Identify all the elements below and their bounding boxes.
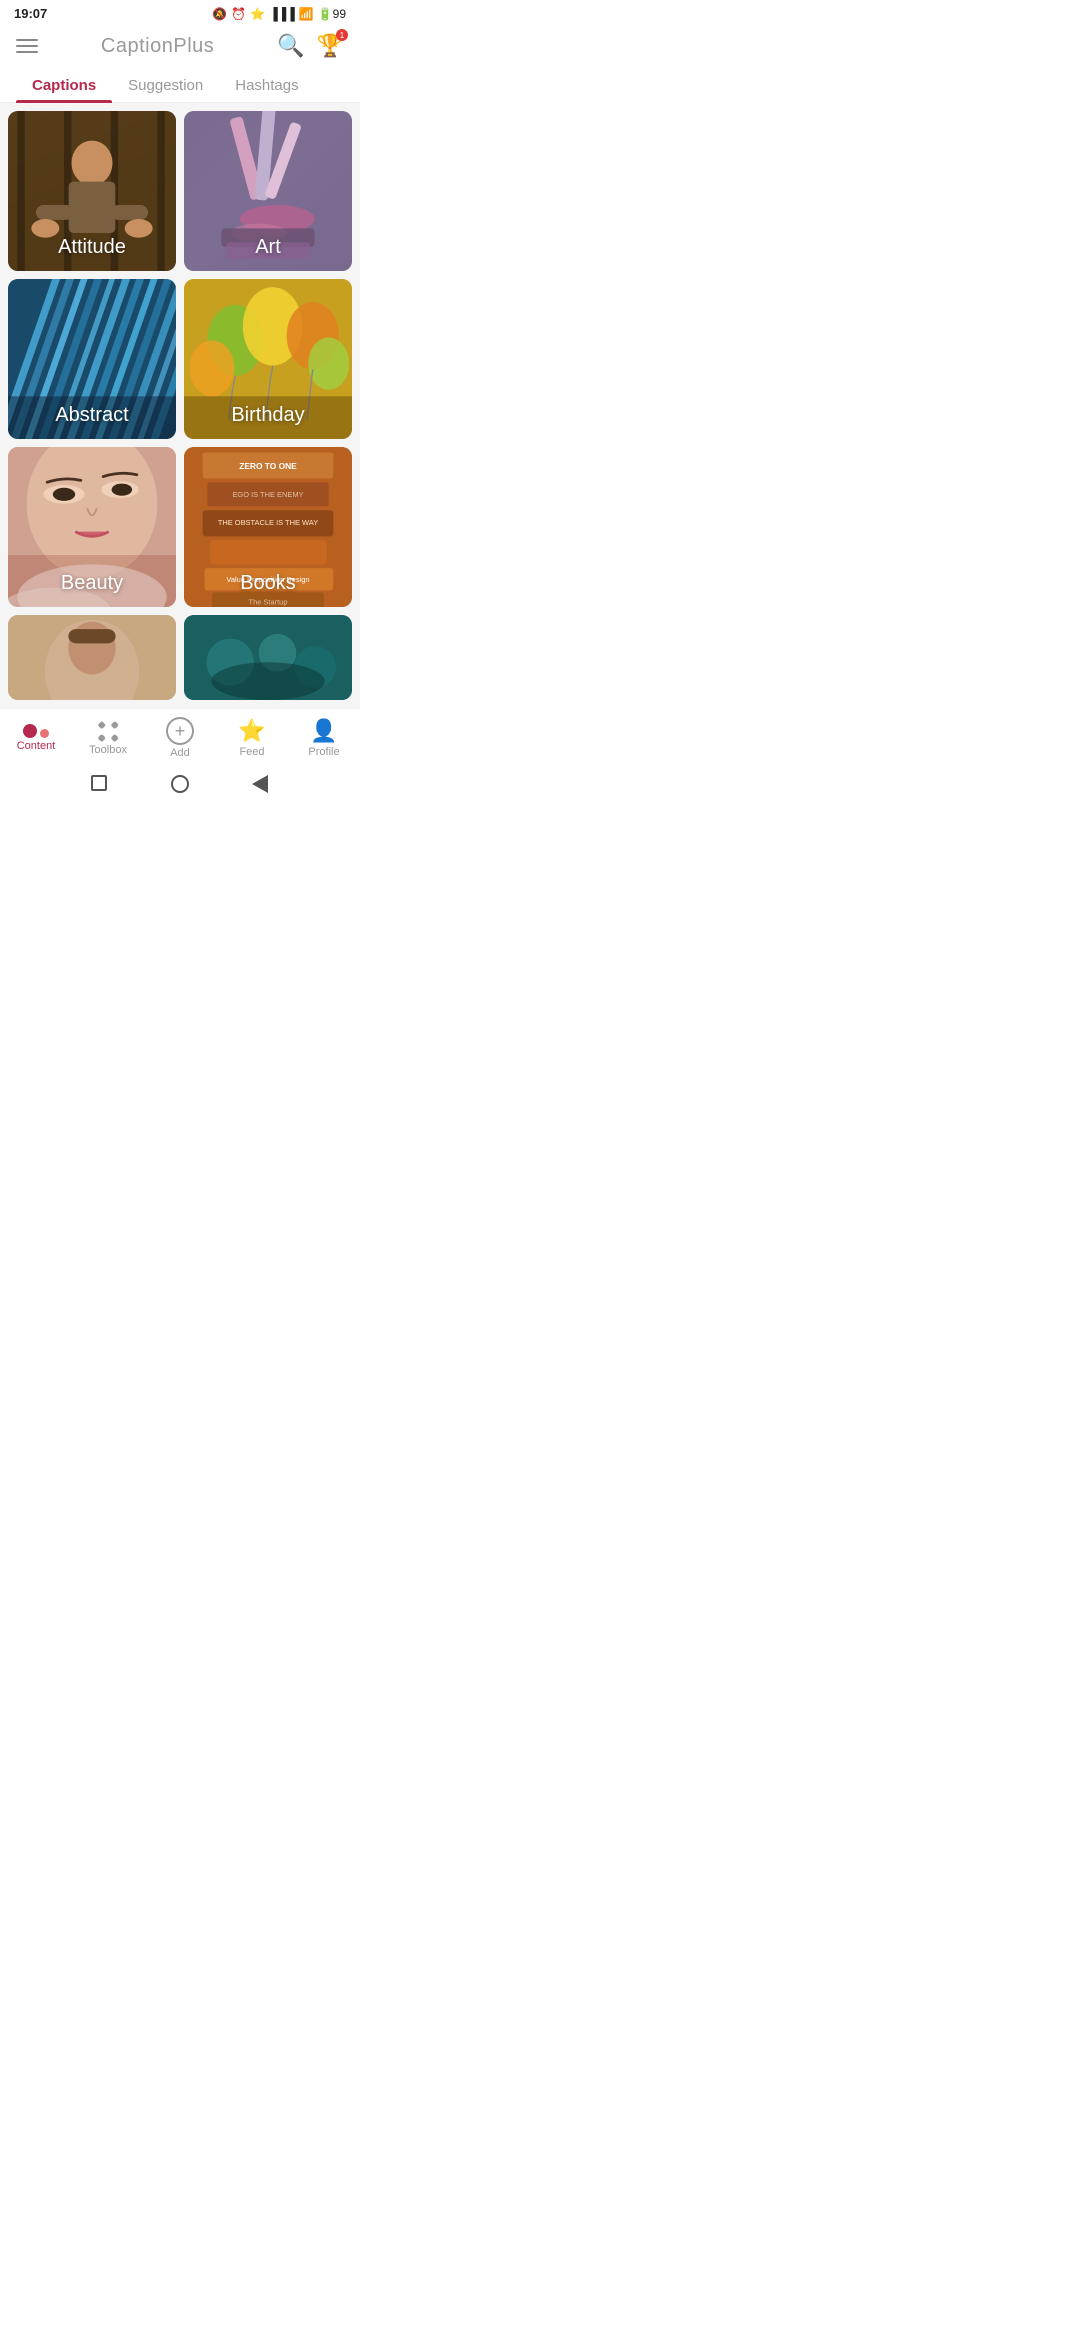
wifi-icon: 📶 xyxy=(299,7,314,21)
menu-button[interactable] xyxy=(16,39,38,53)
trophy-button[interactable]: 🏆 1 xyxy=(317,33,344,59)
tab-suggestion[interactable]: Suggestion xyxy=(112,67,219,102)
bluetooth-icon: ⭐ xyxy=(250,7,265,21)
category-partial-1[interactable] xyxy=(8,615,176,700)
toolbox-icon xyxy=(97,720,119,742)
status-icons: 🔕 ⏰ ⭐ ▐▐▐ 📶 🔋99 xyxy=(212,7,346,21)
search-button[interactable]: 🔍 xyxy=(277,33,304,59)
top-bar: CaptionPlus 🔍 🏆 1 xyxy=(0,25,360,67)
tab-hashtags[interactable]: Hashtags xyxy=(219,67,314,102)
nav-content-label: Content xyxy=(17,740,56,752)
nav-add[interactable]: + Add xyxy=(154,717,206,759)
add-icon: + xyxy=(166,717,194,745)
nav-profile[interactable]: 👤 Profile xyxy=(298,718,350,758)
art-label: Art xyxy=(184,220,352,271)
alarm-icon: ⏰ xyxy=(231,7,246,21)
books-label: Books xyxy=(184,556,352,607)
trophy-badge: 1 xyxy=(336,29,348,41)
category-art[interactable]: Art xyxy=(184,111,352,271)
category-books[interactable]: ZERO TO ONE EGO IS THE ENEMY THE OBSTACL… xyxy=(184,447,352,607)
status-time: 19:07 xyxy=(14,6,47,21)
battery-icon: 🔋99 xyxy=(318,7,346,21)
nav-toolbox-label: Toolbox xyxy=(89,744,127,756)
content-icon xyxy=(23,724,49,738)
nav-back-button[interactable] xyxy=(91,775,109,793)
bottom-nav: Content Toolbox + Add ⭐ Feed 👤 Profile xyxy=(0,708,360,765)
circle-icon xyxy=(171,775,189,793)
tab-captions[interactable]: Captions xyxy=(16,67,112,102)
category-birthday[interactable]: Birthday xyxy=(184,279,352,439)
abstract-label: Abstract xyxy=(8,388,176,439)
top-bar-actions: 🔍 🏆 1 xyxy=(277,33,344,59)
attitude-label: Attitude xyxy=(8,220,176,271)
square-icon xyxy=(91,775,107,791)
nav-profile-label: Profile xyxy=(308,746,339,758)
nav-add-label: Add xyxy=(170,747,190,759)
signal-icon: ▐▐▐ xyxy=(269,7,295,21)
category-abstract[interactable]: Abstract xyxy=(8,279,176,439)
beauty-label: Beauty xyxy=(8,556,176,607)
birthday-label: Birthday xyxy=(184,388,352,439)
feed-icon: ⭐ xyxy=(238,718,265,744)
svg-text:ZERO TO ONE: ZERO TO ONE xyxy=(239,461,297,471)
system-nav-bar xyxy=(0,765,360,807)
status-bar: 19:07 🔕 ⏰ ⭐ ▐▐▐ 📶 🔋99 xyxy=(0,0,360,25)
nav-feed-label: Feed xyxy=(239,746,264,758)
category-beauty[interactable]: Beauty xyxy=(8,447,176,607)
category-partial-2[interactable] xyxy=(184,615,352,700)
svg-text:THE OBSTACLE IS THE WAY: THE OBSTACLE IS THE WAY xyxy=(218,518,318,527)
nav-toolbox[interactable]: Toolbox xyxy=(82,720,134,756)
app-title: CaptionPlus xyxy=(101,35,214,58)
nav-feed[interactable]: ⭐ Feed xyxy=(226,718,278,758)
tab-bar: Captions Suggestion Hashtags xyxy=(0,67,360,103)
triangle-icon xyxy=(252,775,268,793)
category-grid: Attitude Art xyxy=(0,103,360,708)
category-attitude[interactable]: Attitude xyxy=(8,111,176,271)
mute-icon: 🔕 xyxy=(212,7,227,21)
nav-recent-button[interactable] xyxy=(251,775,269,793)
svg-text:EGO IS THE ENEMY: EGO IS THE ENEMY xyxy=(232,490,303,499)
nav-content[interactable]: Content xyxy=(10,724,62,752)
profile-icon: 👤 xyxy=(310,718,337,744)
nav-home-button[interactable] xyxy=(171,775,189,793)
